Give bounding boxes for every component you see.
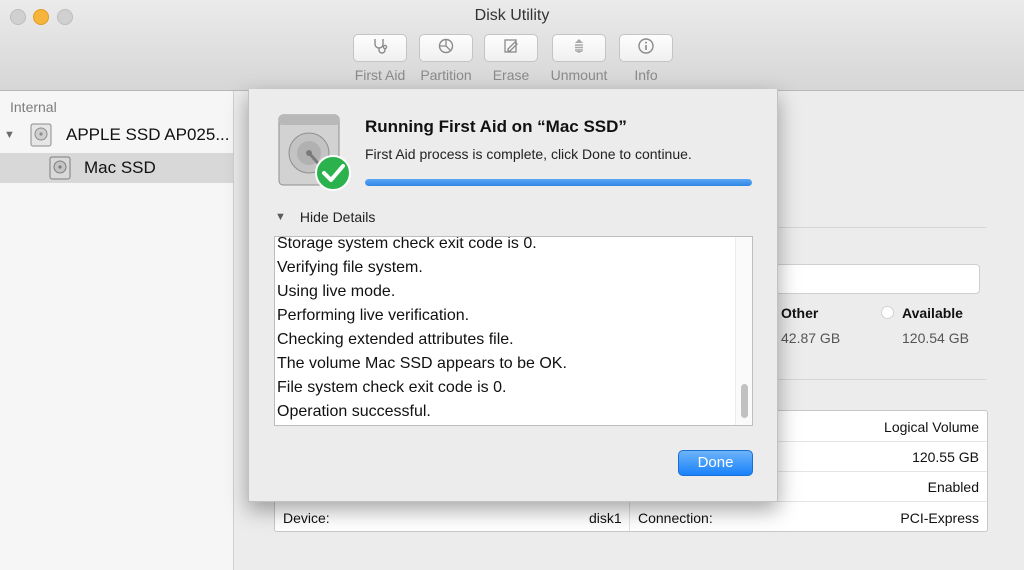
sidebar-item-label: Mac SSD	[84, 158, 156, 177]
log-line: Using live mode.	[277, 283, 396, 300]
log-line: File system check exit code is 0.	[277, 379, 507, 396]
hide-details-toggle[interactable]: ▼ Hide Details	[275, 209, 375, 225]
divider	[776, 227, 986, 228]
stat-available-label: Available	[902, 305, 963, 321]
info-connection-value: PCI-Express	[900, 510, 979, 526]
log-line: Operation successful.	[277, 403, 431, 420]
sidebar: Internal ▼ APPLE SSD AP025... Mac SSD	[0, 91, 234, 570]
log-line: Storage system check exit code is 0.	[277, 236, 537, 252]
info-label: Info	[634, 67, 658, 83]
stat-other-label: Other	[781, 305, 819, 321]
sidebar-section-internal: Internal	[10, 99, 57, 115]
info-device-label: Device:	[283, 510, 330, 526]
info-connection-label: Connection:	[638, 510, 713, 526]
log-line: The volume Mac SSD appears to be OK.	[277, 355, 567, 372]
disclosure-triangle-icon[interactable]: ▼	[4, 129, 15, 141]
dialog-message: First Aid process is complete, click Don…	[365, 146, 692, 162]
window-title: Disk Utility	[474, 7, 550, 24]
info-device-value: disk1	[589, 510, 622, 526]
hard-disk-icon	[30, 123, 52, 147]
available-swatch	[881, 306, 894, 319]
progress-fill	[365, 179, 752, 186]
log-scrollbar-thumb[interactable]	[741, 384, 748, 418]
volume-icon	[49, 156, 71, 180]
info-owners-value: Enabled	[927, 479, 979, 495]
first-aid-dialog: Running First Aid on “Mac SSD” First Aid…	[248, 89, 778, 502]
stethoscope-icon	[371, 37, 389, 60]
done-button[interactable]: Done	[678, 450, 753, 476]
info-button[interactable]: Info	[606, 34, 686, 83]
sidebar-item-label: APPLE SSD AP025...	[66, 125, 230, 144]
hide-details-label: Hide Details	[299, 209, 376, 225]
window-toolbar: Disk Utility First Aid Partition Erase U…	[0, 0, 1024, 91]
first-aid-progress-bar	[365, 179, 752, 186]
unmount-icon	[570, 37, 588, 60]
dialog-title: Running First Aid on “Mac SSD”	[365, 117, 627, 136]
info-capacity-value: 120.55 GB	[912, 449, 979, 465]
disk-check-icon	[277, 113, 353, 193]
divider	[776, 379, 986, 380]
pie-partition-icon	[437, 37, 455, 60]
details-log[interactable]: Storage system check exit code is 0. Ver…	[274, 236, 753, 426]
erase-icon	[502, 37, 520, 60]
log-line: Verifying file system.	[277, 259, 423, 276]
disclosure-triangle-icon[interactable]: ▼	[275, 211, 286, 223]
sidebar-item-apple-ssd[interactable]: ▼ APPLE SSD AP025...	[0, 120, 233, 150]
log-scrollbar[interactable]	[735, 237, 752, 425]
stat-available-value: 120.54 GB	[902, 330, 969, 346]
stat-other-value: 42.87 GB	[781, 330, 841, 346]
log-line: Checking extended attributes file.	[277, 331, 514, 348]
info-icon	[637, 37, 655, 60]
info-type-value: Logical Volume	[884, 419, 979, 435]
log-line: Performing live verification.	[277, 307, 470, 324]
sidebar-item-mac-ssd[interactable]: Mac SSD	[0, 153, 233, 183]
